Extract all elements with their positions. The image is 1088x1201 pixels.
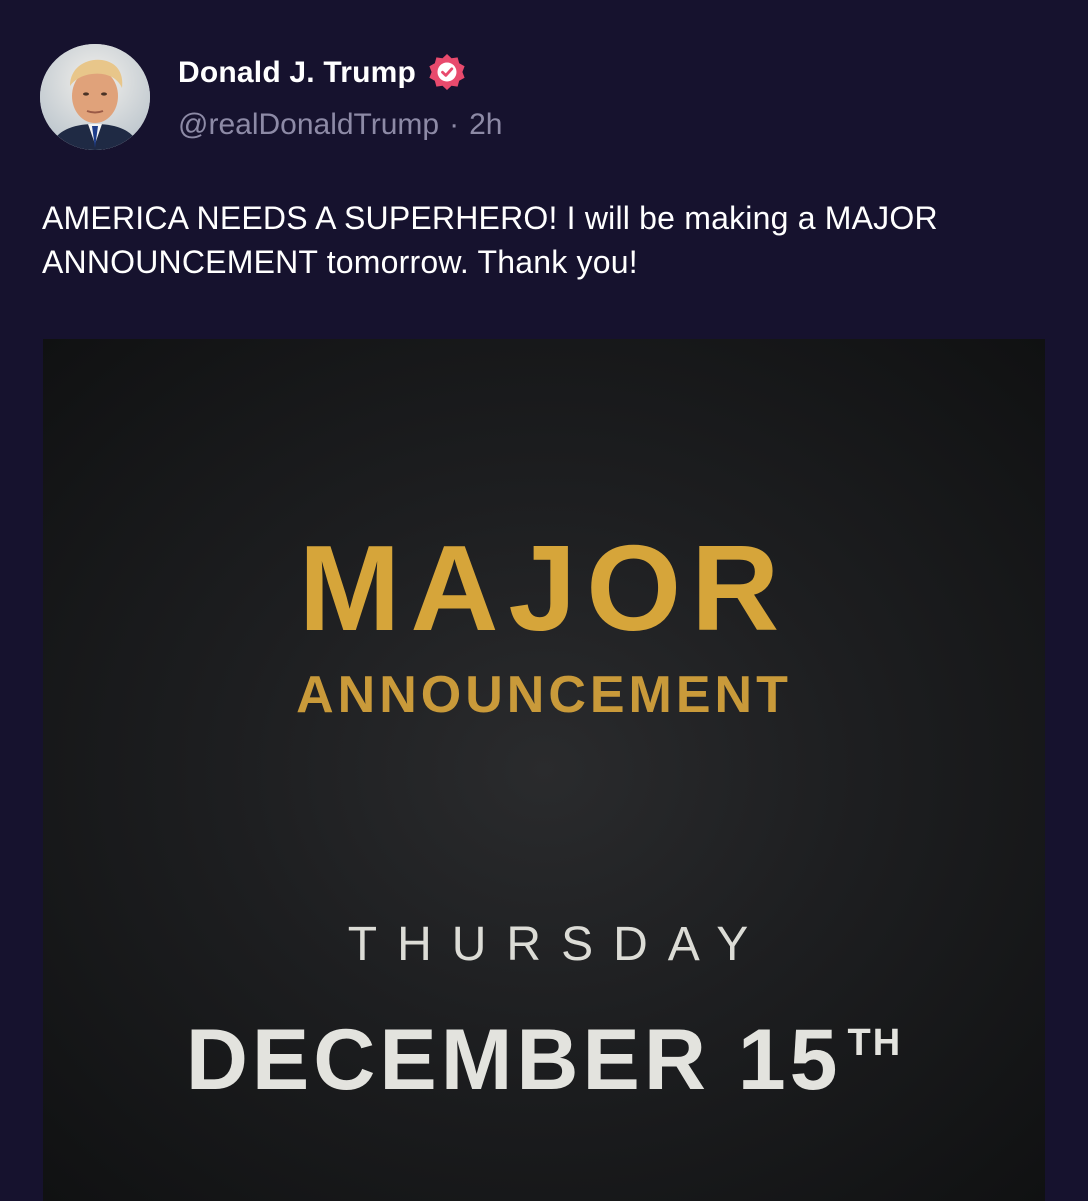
media-weekday: THURSDAY <box>347 918 769 971</box>
author-name-row: Donald J. Trump <box>178 50 502 96</box>
meta-separator: · <box>449 108 460 141</box>
post-meta: @realDonaldTrump · 2h <box>178 108 502 142</box>
author-name[interactable]: Donald J. Trump <box>178 56 416 90</box>
profile-photo <box>40 44 150 150</box>
media-date: DECEMBER 15 TH <box>43 995 1045 1108</box>
post-text: AMERICA NEEDS A SUPERHERO! I will be mak… <box>42 200 938 280</box>
verified-badge-icon <box>426 52 468 94</box>
media-headline: MAJOR <box>298 520 790 656</box>
avatar[interactable] <box>40 44 150 150</box>
post: Donald J. Trump @realDonaldTrump · 2h AM… <box>0 0 1088 1201</box>
media-date-suffix: TH <box>847 1022 903 1064</box>
author-handle[interactable]: @realDonaldTrump <box>178 108 439 142</box>
author-info: Donald J. Trump @realDonaldTrump · 2h <box>178 50 502 142</box>
post-timestamp[interactable]: 2h <box>469 108 502 142</box>
post-media-image[interactable]: MAJOR ANNOUNCEMENT THURSDAY DECEMBER 15 T… <box>43 339 1045 1201</box>
media-subheadline: ANNOUNCEMENT <box>296 666 792 724</box>
media-date-main: DECEMBER 15 <box>185 1012 842 1108</box>
